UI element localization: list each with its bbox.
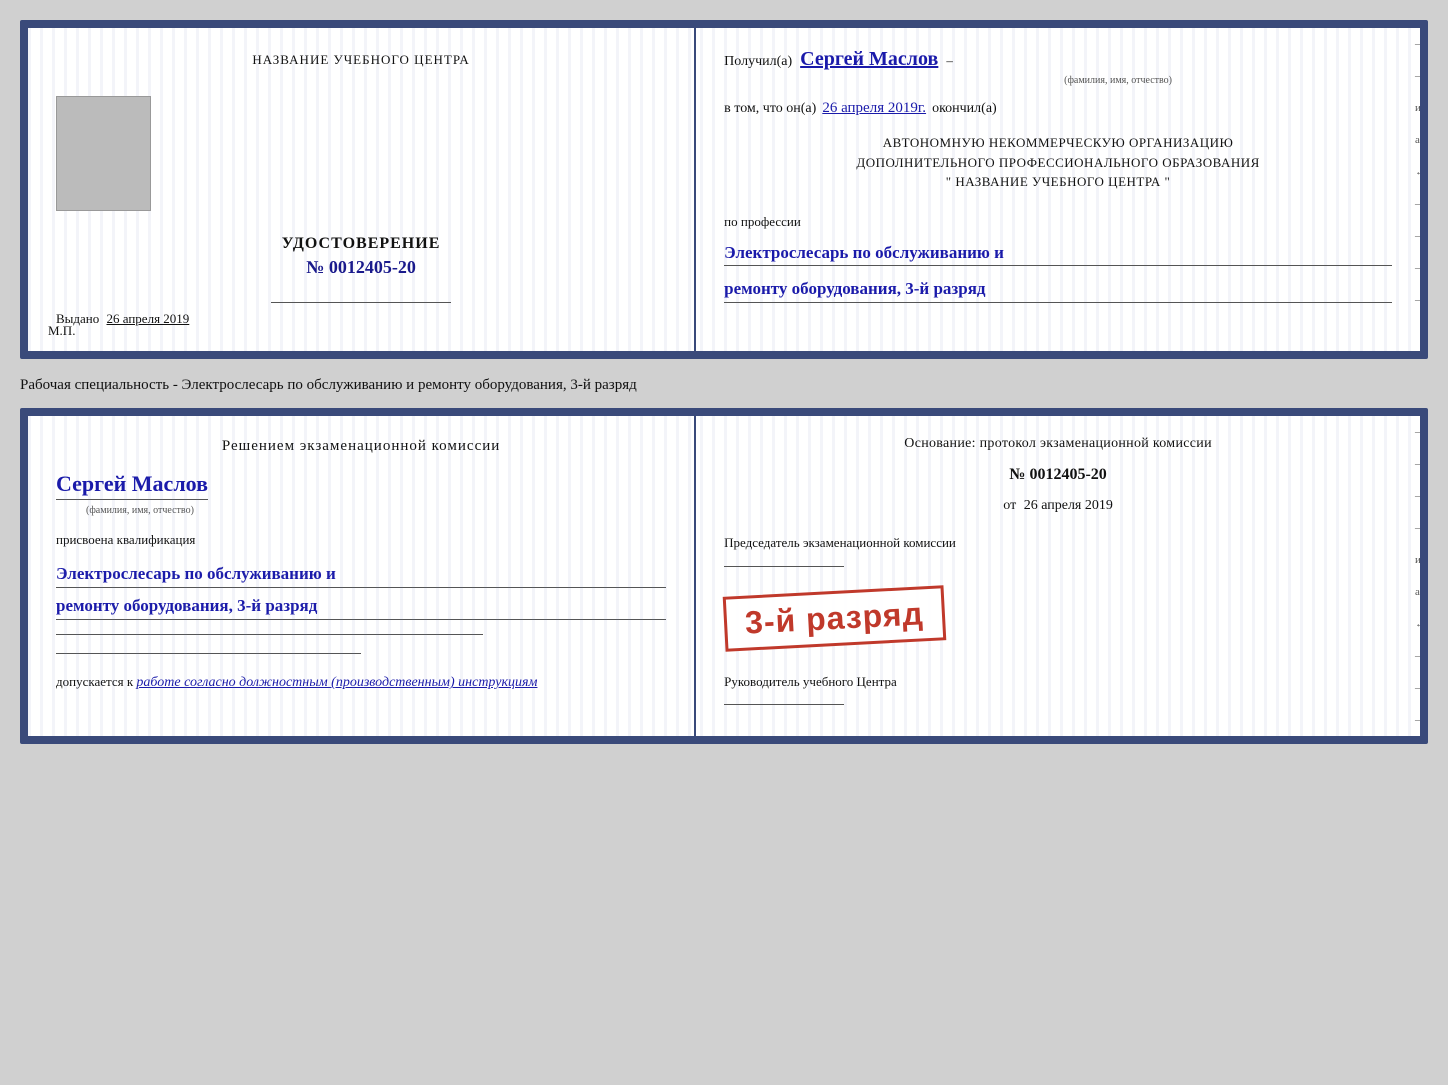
document-card-2: Решением экзаменационной комиссии Сергей… xyxy=(20,408,1428,744)
name-block: Сергей Маслов (фамилия, имя, отчество) xyxy=(56,471,666,518)
org-block: АВТОНОМНУЮ НЕКОММЕРЧЕСКУЮ ОРГАНИЗАЦИЮ ДО… xyxy=(724,133,1392,192)
org-title-left: НАЗВАНИЕ УЧЕБНОГО ЦЕНТРА xyxy=(252,52,469,68)
org-line3: " НАЗВАНИЕ УЧЕБНОГО ЦЕНТРА " xyxy=(724,172,1392,192)
doc2-side-marks: – – – – и а, ← – – – – xyxy=(1415,426,1426,744)
photo-placeholder xyxy=(56,96,151,211)
issue-line: Выдано 26 апреля 2019 xyxy=(56,311,189,327)
cert-number: № 0012405-20 xyxy=(306,257,416,278)
qual-line1: Электрослесарь по обслуживанию и xyxy=(56,560,666,588)
doc2-fio-sub: (фамилия, имя, отчество) xyxy=(86,505,194,516)
proto-date: 26 апреля 2019 xyxy=(1024,498,1113,513)
signature-line xyxy=(724,704,844,705)
doc2-right-panel: Основание: протокол экзаменационной коми… xyxy=(696,416,1420,736)
proto-number: № 0012405-20 xyxy=(724,466,1392,484)
received-block: Получил(а) Сергей Маслов – xyxy=(724,48,1392,71)
prisvoena-label: присвоена квалификация xyxy=(56,532,666,548)
date-value: 26 апреля 2019г. xyxy=(822,100,926,117)
mp-label: М.П. xyxy=(48,323,75,339)
doc2-left-panel: Решением экзаменационной комиссии Сергей… xyxy=(28,416,696,736)
between-label: Рабочая специальность - Электрослесарь п… xyxy=(20,371,1428,396)
doc2-name: Сергей Маслов xyxy=(56,471,208,500)
dopuskaetsya-text: работе согласно должностным (производств… xyxy=(136,675,537,690)
date-block: в том, что он(а) 26 апреля 2019г. окончи… xyxy=(724,100,1392,117)
date-prefix: в том, что он(а) xyxy=(724,101,816,117)
page-wrapper: НАЗВАНИЕ УЧЕБНОГО ЦЕНТРА УДОСТОВЕРЕНИЕ №… xyxy=(20,20,1428,744)
doc1-left-panel: НАЗВАНИЕ УЧЕБНОГО ЦЕНТРА УДОСТОВЕРЕНИЕ №… xyxy=(28,28,696,351)
org-line2: ДОПОЛНИТЕЛЬНОГО ПРОФЕССИОНАЛЬНОГО ОБРАЗО… xyxy=(724,153,1392,173)
stamp-box: 3-й разряд xyxy=(723,585,946,651)
cert-label: УДОСТОВЕРЕНИЕ xyxy=(282,235,441,253)
fio-sub-right: (фамилия, имя, отчество) xyxy=(724,77,1392,86)
proto-date-prefix: от xyxy=(1003,498,1016,513)
doc1-right-panel: Получил(а) Сергей Маслов – (фамилия, имя… xyxy=(696,28,1420,351)
issue-date: 26 апреля 2019 xyxy=(107,311,190,326)
komissia-title: Решением экзаменационной комиссии xyxy=(56,436,666,457)
profession-line2: ремонту оборудования, 3-й разряд xyxy=(724,276,1392,303)
qualification-block: Электрослесарь по обслуживанию и ремонту… xyxy=(56,556,666,620)
recipient-name: Сергей Маслов xyxy=(800,48,938,71)
profession-line1: Электрослесарь по обслуживанию и xyxy=(724,240,1392,267)
dopuskaetsya-block: допускается к работе согласно должностны… xyxy=(56,674,666,691)
received-prefix: Получил(а) xyxy=(724,54,792,70)
date-suffix: окончил(а) xyxy=(932,101,997,117)
dopuskaetsya-prefix: допускается к xyxy=(56,674,133,689)
org-line1: АВТОНОМНУЮ НЕКОММЕРЧЕСКУЮ ОРГАНИЗАЦИЮ xyxy=(724,133,1392,153)
side-marks: – – и а, ← – – – – xyxy=(1415,38,1426,306)
qual-line2: ремонту оборудования, 3-й разряд xyxy=(56,592,666,620)
fio-sub-text: (фамилия, имя, отчество) xyxy=(844,75,1392,86)
document-card-1: НАЗВАНИЕ УЧЕБНОГО ЦЕНТРА УДОСТОВЕРЕНИЕ №… xyxy=(20,20,1428,359)
stamp-text: 3-й разряд xyxy=(744,596,924,642)
osnova-text: Основание: протокол экзаменационной коми… xyxy=(724,436,1392,452)
proto-date-block: от 26 апреля 2019 xyxy=(724,498,1392,514)
rukovoditel-label: Руководитель учебного Центра xyxy=(724,674,1392,690)
profession-label: по профессии xyxy=(724,214,1392,230)
predsedatel-label: Председатель экзаменационной комиссии xyxy=(724,534,1392,552)
